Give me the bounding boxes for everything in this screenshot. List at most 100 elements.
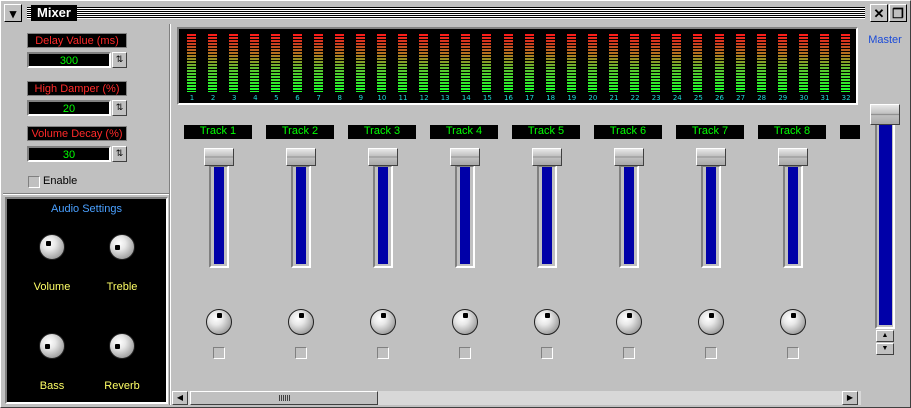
track-fader[interactable] bbox=[209, 165, 229, 268]
vu-channel-number: 18 bbox=[546, 94, 556, 102]
track-fader-handle[interactable] bbox=[778, 148, 808, 166]
vu-channel-number: 29 bbox=[778, 94, 788, 102]
restore-button[interactable]: ❐ bbox=[889, 4, 907, 22]
volume-knob[interactable] bbox=[39, 234, 65, 260]
track-label: Track 8 bbox=[758, 125, 826, 139]
scroll-left-button[interactable]: ◀ bbox=[172, 391, 188, 405]
horizontal-scrollbar[interactable]: ◀ ▶ bbox=[172, 391, 861, 405]
track-checkbox[interactable] bbox=[705, 347, 717, 359]
track-level-fill bbox=[214, 167, 224, 264]
vu-channel-bar bbox=[735, 34, 745, 92]
track-fader[interactable] bbox=[537, 165, 557, 268]
track-pan-knob[interactable] bbox=[206, 309, 232, 335]
track-pan-knob[interactable] bbox=[370, 309, 396, 335]
vu-channel-bar bbox=[566, 34, 576, 92]
delay-value-spinner[interactable]: ⇅ bbox=[112, 52, 127, 68]
track-pan-knob[interactable] bbox=[616, 309, 642, 335]
spinner-arrows-icon: ⇅ bbox=[115, 102, 124, 112]
master-label: Master bbox=[868, 34, 902, 46]
vu-channel-number: 4 bbox=[253, 94, 258, 102]
track-checkbox[interactable] bbox=[213, 347, 225, 359]
track-fader-handle[interactable] bbox=[614, 148, 644, 166]
vu-channel-number: 10 bbox=[377, 94, 387, 102]
spinner-arrows-icon: ⇅ bbox=[115, 54, 124, 64]
vu-channel-number: 11 bbox=[398, 94, 408, 102]
window-title: Mixer bbox=[31, 5, 77, 21]
vu-channel-number: 15 bbox=[482, 94, 492, 102]
track-fader-handle[interactable] bbox=[368, 148, 398, 166]
enable-checkbox[interactable] bbox=[28, 176, 40, 188]
vu-channel-number: 28 bbox=[757, 94, 767, 102]
vu-channel-bar bbox=[820, 34, 829, 92]
track-checkbox[interactable] bbox=[295, 347, 307, 359]
track-pan-knob[interactable] bbox=[452, 309, 478, 335]
master-down-button[interactable]: ▼ bbox=[876, 343, 894, 355]
track-fader[interactable] bbox=[783, 165, 803, 268]
master-fader-track[interactable] bbox=[875, 104, 895, 329]
knob-pointer bbox=[299, 313, 304, 318]
vu-channel-bar bbox=[461, 34, 471, 92]
track-level-fill bbox=[296, 167, 306, 264]
high-damper-field[interactable]: 20 bbox=[27, 100, 111, 116]
vu-channel-bar bbox=[777, 34, 787, 92]
title-bar-stripes bbox=[27, 7, 865, 19]
volume-decay-spinner[interactable]: ⇅ bbox=[112, 146, 127, 162]
track-checkbox[interactable] bbox=[377, 347, 389, 359]
scroll-right-button[interactable]: ▶ bbox=[842, 391, 858, 405]
knob-pointer bbox=[115, 245, 120, 250]
track-fader[interactable] bbox=[291, 165, 311, 268]
vu-channel-bar bbox=[334, 34, 344, 92]
mixer-window: ▾ Mixer ✕ ❐ Delay Value (ms) 300 ⇅ High … bbox=[0, 0, 911, 408]
knob-pointer bbox=[217, 313, 222, 318]
arrow-left-icon: ◀ bbox=[176, 393, 184, 402]
track-label: Track 6 bbox=[594, 125, 662, 139]
vu-channel-bar bbox=[693, 34, 703, 92]
track-checkbox[interactable] bbox=[787, 347, 799, 359]
track-fader-handle[interactable] bbox=[204, 148, 234, 166]
vu-channel-number: 23 bbox=[651, 94, 661, 102]
track-pan-knob[interactable] bbox=[534, 309, 560, 335]
vu-channel-bar bbox=[292, 34, 302, 92]
vu-channel-number: 7 bbox=[316, 94, 321, 102]
track-fader-handle[interactable] bbox=[450, 148, 480, 166]
volume-decay-field[interactable]: 30 bbox=[27, 146, 111, 162]
track-checkbox[interactable] bbox=[459, 347, 471, 359]
track-fader[interactable] bbox=[455, 165, 475, 268]
delay-value-field[interactable]: 300 bbox=[27, 52, 111, 68]
master-level-fill bbox=[879, 119, 892, 325]
vu-channel-number: 30 bbox=[799, 94, 809, 102]
track-fader[interactable] bbox=[619, 165, 639, 268]
scrollbar-thumb[interactable] bbox=[190, 391, 378, 405]
track-label: Track 5 bbox=[512, 125, 580, 139]
track-fader-handle[interactable] bbox=[696, 148, 726, 166]
vu-channel-number: 6 bbox=[295, 94, 300, 102]
system-menu-button[interactable]: ▾ bbox=[4, 4, 22, 22]
track-fader[interactable] bbox=[373, 165, 393, 268]
vu-channel-bar bbox=[524, 34, 534, 92]
vu-channel-bar bbox=[756, 34, 766, 92]
title-bar[interactable]: ▾ Mixer ✕ ❐ bbox=[3, 3, 908, 23]
vu-channel-bar bbox=[376, 34, 386, 92]
bass-knob[interactable] bbox=[39, 333, 65, 359]
track-pan-knob[interactable] bbox=[288, 309, 314, 335]
master-up-button[interactable]: ▲ bbox=[876, 330, 894, 342]
vu-channel-number: 1 bbox=[189, 94, 195, 102]
track-fader[interactable] bbox=[701, 165, 721, 268]
vu-channel-bar bbox=[714, 34, 724, 92]
high-damper-spinner[interactable]: ⇅ bbox=[112, 100, 127, 116]
knob-pointer bbox=[46, 241, 51, 246]
arrow-down-icon: ▼ bbox=[881, 345, 889, 352]
track-pan-knob[interactable] bbox=[780, 309, 806, 335]
track-pan-knob[interactable] bbox=[698, 309, 724, 335]
treble-knob[interactable] bbox=[109, 234, 135, 260]
reverb-knob[interactable] bbox=[109, 333, 135, 359]
track-fader-handle[interactable] bbox=[532, 148, 562, 166]
audio-settings-panel: Audio Settings Volume Treble Bass Reverb bbox=[5, 197, 168, 404]
close-button[interactable]: ✕ bbox=[870, 4, 888, 22]
track-checkbox[interactable] bbox=[541, 347, 553, 359]
track-checkbox[interactable] bbox=[623, 347, 635, 359]
master-fader-handle[interactable] bbox=[870, 104, 900, 125]
reverb-knob-label: Reverb bbox=[104, 380, 140, 392]
track-fader-handle[interactable] bbox=[286, 148, 316, 166]
chevron-down-icon: ▾ bbox=[9, 5, 17, 21]
